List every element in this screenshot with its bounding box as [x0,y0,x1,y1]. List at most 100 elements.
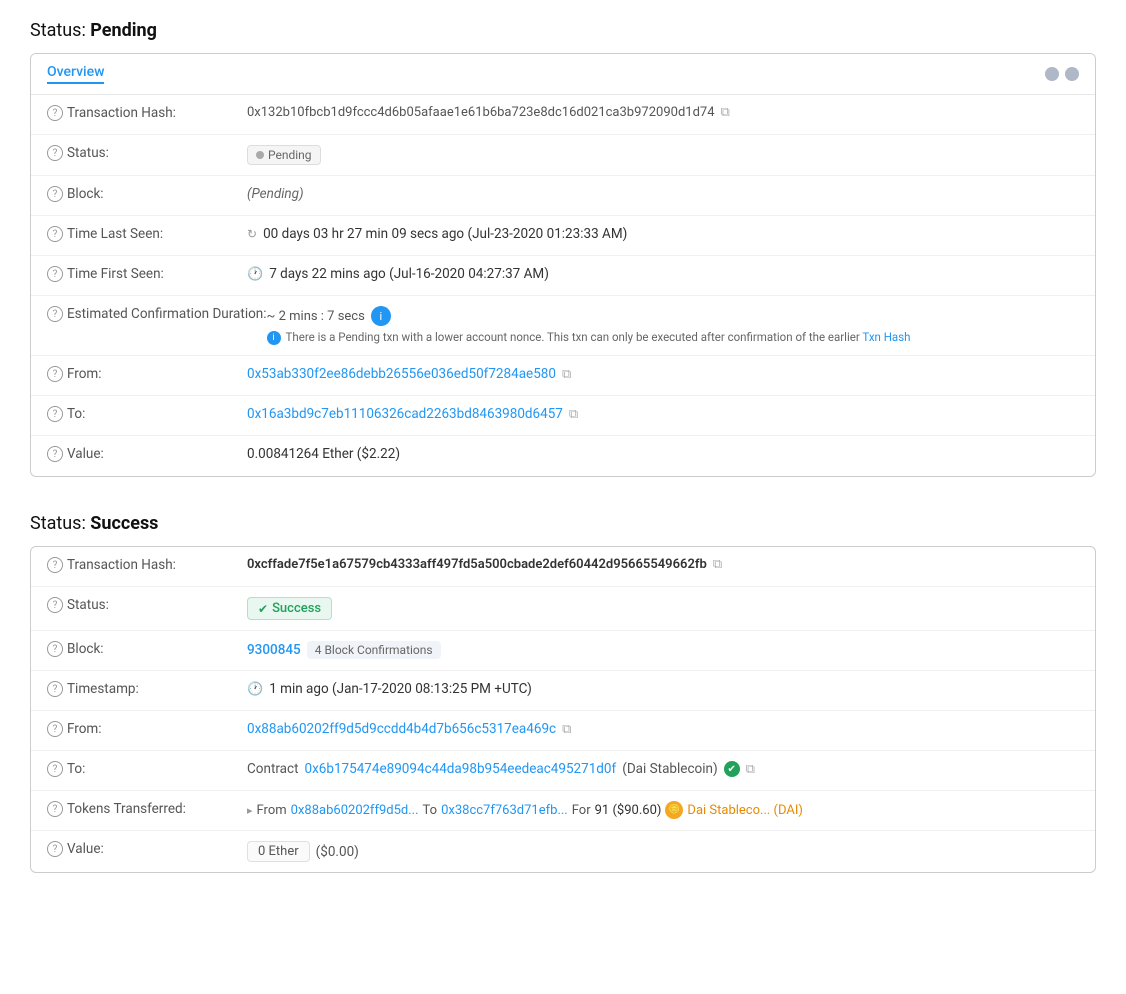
dai-token-icon: 🪙 [665,801,683,819]
clock-icon: 🕐 [247,267,263,282]
success-tx-hash-help-icon[interactable]: ? [47,557,63,573]
from-copy-icon[interactable]: ⧉ [562,367,571,382]
success-status-help-icon[interactable]: ? [47,597,63,613]
success-timestamp-row: ? Timestamp: 🕐 1 min ago (Jan-17-2020 08… [31,671,1095,711]
block-number-link[interactable]: 9300845 [247,642,301,658]
pending-to-label: ? To: [47,406,247,422]
success-title-text: Status: [30,513,86,534]
success-block-value: 9300845 4 Block Confirmations [247,641,1079,659]
pending-from-row: ? From: 0x53ab330f2ee86debb26556e036ed50… [31,356,1095,396]
pending-block-label: ? Block: [47,186,247,202]
to-copy-icon[interactable]: ⧉ [569,407,578,422]
token-from-link[interactable]: 0x88ab60202ff9d5d... [291,803,419,818]
pending-value-row: ? Value: 0.00841264 Ether ($2.22) [31,436,1095,476]
pending-badge: Pending [247,145,321,165]
success-timestamp-help-icon[interactable]: ? [47,681,63,697]
success-from-link[interactable]: 0x88ab60202ff9d5d9ccdd4b4d7b656c5317ea46… [247,721,556,737]
pending-time-first-seen-row: ? Time First Seen: 🕐 7 days 22 mins ago … [31,256,1095,296]
success-to-help-icon[interactable]: ? [47,761,63,777]
tab-dots [1045,67,1079,81]
success-value-row: ? Value: 0 Ether ($0.00) [31,831,1095,872]
pending-from-value: 0x53ab330f2ee86debb26556e036ed50f7284ae5… [247,366,1079,382]
success-tx-hash-copy-icon[interactable]: ⧉ [713,557,722,572]
success-block-row: ? Block: 9300845 4 Block Confirmations [31,631,1095,671]
pending-from-label: ? From: [47,366,247,382]
success-to-copy-icon[interactable]: ⧉ [746,762,755,777]
token-transfer-detail: ▸ From 0x88ab60202ff9d5d... To 0x38cc7f7… [247,801,803,819]
success-from-label: ? From: [47,721,247,737]
pending-status-label: ? Status: [47,145,247,161]
success-to-link[interactable]: 0x6b175474e89094c44da98b954eedeac495271d… [305,761,617,777]
tab-dot-2 [1065,67,1079,81]
success-tx-hash-label: ? Transaction Hash: [47,557,247,573]
success-to-row: ? To: Contract 0x6b175474e89094c44da98b9… [31,751,1095,791]
overview-tab[interactable]: Overview [47,64,104,84]
pending-card: Overview ? Transaction Hash: 0x132b10fbc… [30,53,1096,477]
tab-dot-1 [1045,67,1059,81]
pending-block-row: ? Block: (Pending) [31,176,1095,216]
success-tokens-transferred-row: ? Tokens Transferred: ▸ From 0x88ab60202… [31,791,1095,831]
success-value-help-icon[interactable]: ? [47,841,63,857]
token-to-link[interactable]: 0x38cc7f763d71efb... [441,803,568,818]
success-card: ? Transaction Hash: 0xcffade7f5e1a67579c… [30,546,1096,873]
pending-tab-bar: Overview [31,54,1095,95]
pending-tx-hash-label: ? Transaction Hash: [47,105,247,121]
pending-time-last-seen-value: ↻ 00 days 03 hr 27 min 09 secs ago (Jul-… [247,226,1079,242]
success-tx-hash-row: ? Transaction Hash: 0xcffade7f5e1a67579c… [31,547,1095,587]
est-confirm-help-icon[interactable]: ? [47,306,63,322]
success-timestamp-value: 🕐 1 min ago (Jan-17-2020 08:13:25 PM +UT… [247,681,1079,697]
pending-time-first-seen-value: 🕐 7 days 22 mins ago (Jul-16-2020 04:27:… [247,266,1079,282]
pending-tx-hash-row: ? Transaction Hash: 0x132b10fbcb1d9fccc4… [31,95,1095,135]
estimate-container: ~ 2 mins : 7 secs i i There is a Pending… [267,306,911,345]
pending-est-confirm-row: ? Estimated Confirmation Duration: ~ 2 m… [31,296,1095,356]
pending-to-value: 0x16a3bd9c7eb11106326cad2263bd8463980d64… [247,406,1079,422]
status-help-icon[interactable]: ? [47,145,63,161]
token-transfer-arrow: ▸ [247,804,253,817]
pending-section-title: Status: Pending [30,20,1096,41]
success-value-value: 0 Ether ($0.00) [247,841,1079,862]
pending-block-value: (Pending) [247,186,1079,202]
txn-hash-link[interactable]: Txn Hash [862,330,910,344]
success-status-row: ? Status: Success [31,587,1095,631]
tx-hash-copy-icon[interactable]: ⧉ [721,105,730,120]
success-to-value: Contract 0x6b175474e89094c44da98b954eede… [247,761,1079,777]
tx-hash-help-icon[interactable]: ? [47,105,63,121]
block-confirmations-badge: 4 Block Confirmations [307,641,441,659]
info-badge[interactable]: i [371,306,391,326]
pending-status-value: Pending [247,145,1079,165]
pending-time-last-seen-row: ? Time Last Seen: ↻ 00 days 03 hr 27 min… [31,216,1095,256]
success-block-help-icon[interactable]: ? [47,641,63,657]
success-to-label: ? To: [47,761,247,777]
success-from-copy-icon[interactable]: ⧉ [562,722,571,737]
verified-icon: ✔ [724,761,740,777]
pending-time-last-seen-label: ? Time Last Seen: [47,226,247,242]
success-block-label: ? Block: [47,641,247,657]
success-status-value: Success [247,597,1079,620]
success-tx-hash-value: 0xcffade7f5e1a67579cb4333aff497fd5a500cb… [247,557,1079,572]
to-help-icon[interactable]: ? [47,406,63,422]
success-tokens-value: ▸ From 0x88ab60202ff9d5d... To 0x38cc7f7… [247,801,1079,819]
success-clock-icon: 🕐 [247,682,263,697]
info-dot-icon: i [267,331,281,345]
dai-token-link[interactable]: Dai Stableco... (DAI) [687,803,803,818]
pending-value-label: ? Value: [47,446,247,462]
time-last-help-icon[interactable]: ? [47,226,63,242]
pending-status-row: ? Status: Pending [31,135,1095,176]
pending-to-row: ? To: 0x16a3bd9c7eb11106326cad2263bd8463… [31,396,1095,436]
success-from-value: 0x88ab60202ff9d5d9ccdd4b4d7b656c5317ea46… [247,721,1079,737]
ether-value-box: 0 Ether [247,841,310,862]
pending-to-link[interactable]: 0x16a3bd9c7eb11106326cad2263bd8463980d64… [247,406,563,422]
pending-value-value: 0.00841264 Ether ($2.22) [247,446,1079,462]
pending-time-first-seen-label: ? Time First Seen: [47,266,247,282]
pending-tx-hash-value: 0x132b10fbcb1d9fccc4d6b05afaae1e61b6ba72… [247,105,1079,120]
success-tokens-help-icon[interactable]: ? [47,801,63,817]
success-title-bold: Success [90,513,158,534]
success-timestamp-label: ? Timestamp: [47,681,247,697]
success-from-help-icon[interactable]: ? [47,721,63,737]
pending-est-confirm-label: ? Estimated Confirmation Duration: [47,306,267,322]
block-help-icon[interactable]: ? [47,186,63,202]
pending-from-link[interactable]: 0x53ab330f2ee86debb26556e036ed50f7284ae5… [247,366,556,382]
time-first-help-icon[interactable]: ? [47,266,63,282]
value-help-icon[interactable]: ? [47,446,63,462]
from-help-icon[interactable]: ? [47,366,63,382]
